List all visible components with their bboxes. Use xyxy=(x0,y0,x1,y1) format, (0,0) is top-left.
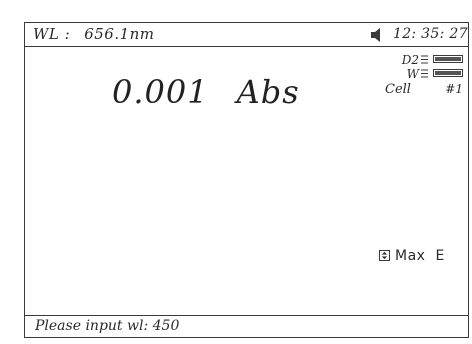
lamp-ray-icon xyxy=(421,69,428,78)
input-prompt: Please input wl: 450 xyxy=(35,318,180,334)
prompt-bar: Please input wl: 450 xyxy=(25,315,468,337)
absorbance-reading: 0.001 Abs xyxy=(112,73,300,111)
w-lamp-label: W xyxy=(406,67,419,81)
w-lamp-bar xyxy=(433,69,463,77)
mode-indicator: Max E xyxy=(379,245,445,264)
w-lamp-bar-fill xyxy=(435,71,461,75)
status-bar: WL : 656.1nm 12: 35: 27 xyxy=(25,23,468,47)
reading-unit: Abs xyxy=(236,73,300,111)
w-lamp-row: W xyxy=(383,67,465,81)
mode-label: Max xyxy=(395,248,426,264)
cell-label: Cell xyxy=(385,82,411,97)
d2-lamp-bar-fill xyxy=(435,57,461,61)
up-down-arrow-icon xyxy=(379,250,390,261)
clock: 12: 35: 27 xyxy=(393,26,468,42)
d2-lamp-bar xyxy=(433,55,463,63)
wavelength-value: 656.1nm xyxy=(84,25,155,43)
d2-lamp-row: D2 xyxy=(383,53,465,67)
reading-value: 0.001 xyxy=(112,73,209,111)
instrument-screen: WL : 656.1nm 12: 35: 27 0.001 Abs D2 W Ce… xyxy=(24,22,469,338)
speaker-icon xyxy=(371,28,380,42)
lamp-status-panel: D2 W Cell #1 xyxy=(383,53,465,98)
cell-number: #1 xyxy=(445,82,463,96)
cell-indicator: Cell #1 xyxy=(383,82,465,98)
d2-lamp-label: D2 xyxy=(401,53,419,67)
lamp-ray-icon xyxy=(421,55,428,64)
wavelength-display: WL : 656.1nm xyxy=(33,25,155,43)
wavelength-label: WL : xyxy=(33,25,71,43)
mode-suffix: E xyxy=(435,248,445,264)
